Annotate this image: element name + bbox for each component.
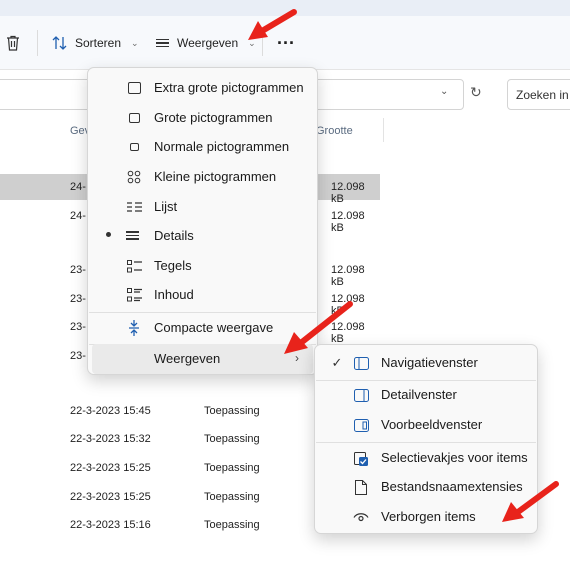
monitor-icon bbox=[126, 80, 142, 96]
file-icon bbox=[353, 479, 369, 495]
delete-button[interactable] bbox=[6, 29, 20, 57]
row-date: 23- bbox=[70, 264, 86, 276]
sort-label: Sorteren bbox=[75, 36, 122, 50]
annotation-arrow-icon bbox=[248, 9, 297, 40]
eye-icon bbox=[353, 509, 369, 525]
menu-item-label: Details bbox=[154, 228, 194, 243]
navigation-pane-icon bbox=[353, 355, 369, 371]
menu-item-preview-pane[interactable]: Voorbeeldvenster bbox=[319, 410, 533, 440]
menu-item-tiles[interactable]: Tegels bbox=[92, 251, 313, 281]
preview-pane-icon bbox=[353, 417, 369, 433]
row-size: 12.098 kB bbox=[331, 181, 365, 205]
annotation-arrow-icon bbox=[284, 301, 353, 354]
row-type: Toepassing bbox=[204, 491, 260, 503]
chevron-down-icon[interactable]: ⌄ bbox=[440, 86, 448, 97]
row-size: 12.098 kB bbox=[331, 264, 365, 288]
menu-item-label: Lijst bbox=[154, 199, 178, 214]
view-button[interactable]: Weergeven ⌄ bbox=[156, 29, 256, 57]
sort-icon bbox=[52, 36, 67, 50]
view-label: Weergeven bbox=[177, 36, 239, 50]
list-icon bbox=[126, 199, 142, 215]
row-date: 23- bbox=[70, 321, 86, 333]
menu-item-small-icons[interactable]: Kleine pictogrammen bbox=[92, 162, 313, 192]
menu-item-label: Compacte weergave bbox=[154, 320, 274, 335]
menu-item-details-pane[interactable]: Detailvenster bbox=[319, 380, 533, 410]
menu-item-label: Grote pictogrammen bbox=[154, 110, 273, 125]
sort-button[interactable]: Sorteren ⌄ bbox=[52, 29, 139, 57]
checkbox-icon bbox=[353, 450, 369, 466]
menu-item-extra-large-icons[interactable]: Extra grote pictogrammen bbox=[92, 73, 313, 103]
menu-item-label: Selectievakjes voor items bbox=[381, 450, 528, 465]
monitor-icon bbox=[126, 110, 142, 126]
annotation-arrow-icon bbox=[502, 481, 559, 522]
menu-item-label: Inhoud bbox=[154, 287, 194, 302]
refresh-icon[interactable]: ↻ bbox=[470, 84, 482, 101]
chevron-down-icon: ⌄ bbox=[131, 37, 139, 48]
compact-view-icon bbox=[126, 320, 142, 336]
trash-icon bbox=[7, 35, 19, 51]
row-date: 23- bbox=[70, 293, 86, 305]
menu-item-label: Detailvenster bbox=[381, 387, 457, 402]
menu-item-label: Verborgen items bbox=[381, 509, 476, 524]
view-details-icon bbox=[156, 37, 170, 50]
menu-item-details[interactable]: Details bbox=[92, 221, 313, 251]
checkmark-icon: ✓ bbox=[331, 355, 343, 370]
menu-item-list[interactable]: Lijst bbox=[92, 192, 313, 222]
menu-item-label: Normale pictogrammen bbox=[154, 139, 290, 154]
row-size: 12.098 kB bbox=[331, 210, 365, 234]
row-type: Toepassing bbox=[204, 405, 260, 417]
menu-item-label: Voorbeeldvenster bbox=[381, 417, 483, 432]
column-divider bbox=[383, 118, 384, 142]
menu-item-label: Weergeven bbox=[154, 351, 221, 366]
row-date: 24- bbox=[70, 210, 86, 222]
menu-item-label: Tegels bbox=[154, 258, 192, 273]
row-type: Toepassing bbox=[204, 519, 260, 531]
tiles-icon bbox=[126, 258, 142, 274]
row-type: Toepassing bbox=[204, 433, 260, 445]
content-icon bbox=[126, 287, 142, 303]
row-date: 22-3-2023 15:32 bbox=[70, 433, 151, 445]
row-date: 23- bbox=[70, 350, 86, 362]
menu-item-item-checkboxes[interactable]: Selectievakjes voor items bbox=[319, 443, 533, 473]
small-icons-grid-icon bbox=[126, 169, 142, 185]
details-icon bbox=[126, 229, 142, 245]
details-pane-icon bbox=[353, 387, 369, 403]
menu-item-label: Extra grote pictogrammen bbox=[154, 80, 304, 95]
menu-item-large-icons[interactable]: Grote pictogrammen bbox=[92, 103, 313, 133]
row-date: 22-3-2023 15:45 bbox=[70, 405, 151, 417]
column-header-size[interactable]: Grootte bbox=[316, 125, 353, 137]
toolbar-divider bbox=[37, 30, 38, 56]
search-input[interactable]: Zoeken in D bbox=[507, 79, 570, 110]
row-date: 24- bbox=[70, 181, 86, 193]
menu-item-label: Kleine pictogrammen bbox=[154, 169, 277, 184]
row-date: 22-3-2023 15:25 bbox=[70, 491, 151, 503]
monitor-icon bbox=[126, 139, 142, 155]
menu-item-medium-icons[interactable]: Normale pictogrammen bbox=[92, 132, 313, 162]
row-date: 22-3-2023 15:25 bbox=[70, 462, 151, 474]
menu-item-label: Navigatievenster bbox=[381, 355, 478, 370]
row-date: 22-3-2023 15:16 bbox=[70, 519, 151, 531]
row-type: Toepassing bbox=[204, 462, 260, 474]
selected-bullet-icon bbox=[106, 232, 111, 237]
